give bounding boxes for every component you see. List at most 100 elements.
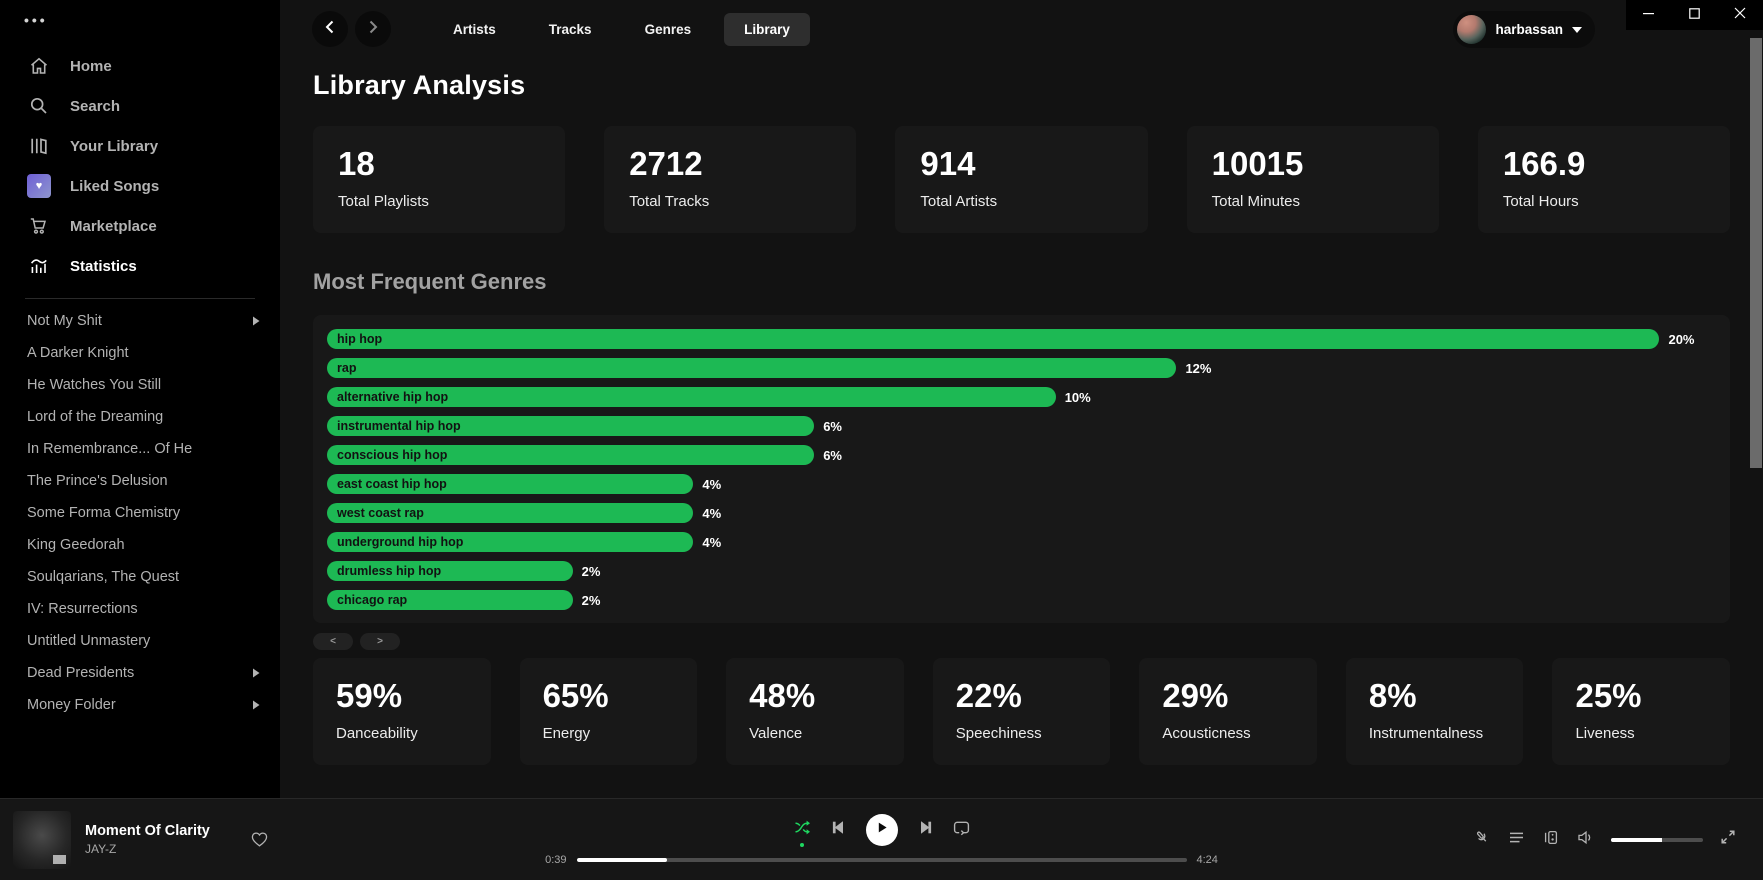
repeat-button[interactable] <box>953 819 970 841</box>
forward-button[interactable] <box>355 11 391 47</box>
genre-bar-row: conscious hip hop6% <box>327 445 1715 465</box>
maximize-icon <box>1689 6 1700 24</box>
genre-bar-value: 20% <box>1668 332 1694 347</box>
genre-bar-row: instrumental hip hop6% <box>327 416 1715 436</box>
tab-genres[interactable]: Genres <box>625 13 712 46</box>
sidebar: ••• HomeSearch Your Library ♥Liked SongsMa… <box>0 0 280 798</box>
track-title[interactable]: Moment Of Clarity <box>85 823 210 839</box>
sidebar-playlist-dead-presidents[interactable]: Dead Presidents <box>0 657 280 689</box>
next-button[interactable] <box>918 820 933 840</box>
genre-bar-label: instrumental hip hop <box>327 419 461 433</box>
track-info: Moment Of Clarity JAY-Z <box>85 823 210 856</box>
sidebar-playlist-money-folder[interactable]: Money Folder <box>0 689 280 721</box>
more-options-icon[interactable]: ••• <box>0 10 280 46</box>
sidebar-item-search[interactable]: Search <box>0 86 280 126</box>
back-button[interactable] <box>312 11 348 47</box>
feature-card-danceability: 59%Danceability <box>313 658 491 765</box>
audio-features-row: 59%Danceability65%Energy48%Valence22%Spe… <box>313 658 1730 765</box>
library-stats-row: 18Total Playlists2712Total Tracks914Tota… <box>313 126 1730 233</box>
shuffle-button[interactable] <box>794 819 811 841</box>
play-button[interactable] <box>866 814 898 846</box>
sidebar-playlist-untitled-unmastery[interactable]: Untitled Unmastery <box>0 625 280 657</box>
album-art[interactable] <box>13 811 71 869</box>
sidebar-item-home[interactable]: Home <box>0 46 280 86</box>
stat-card-total-artists: 914Total Artists <box>895 126 1147 233</box>
pager-next-button[interactable]: > <box>360 633 400 650</box>
cart-icon <box>27 214 51 238</box>
volume-button[interactable] <box>1577 829 1594 851</box>
player-right <box>1303 829 1763 851</box>
feature-card-instrumentalness: 8%Instrumentalness <box>1346 658 1524 765</box>
tab-library[interactable]: Library <box>724 13 810 46</box>
avatar <box>1457 15 1486 44</box>
sidebar-playlist-iv-resurrections[interactable]: IV: Resurrections <box>0 593 280 625</box>
sidebar-playlist-soulqarians-the-quest[interactable]: Soulqarians, The Quest <box>0 561 280 593</box>
feature-label: Acousticness <box>1162 725 1317 742</box>
user-menu[interactable]: harbassan <box>1453 11 1595 48</box>
genre-bar: underground hip hop <box>327 532 693 552</box>
scrollbar-thumb[interactable] <box>1750 38 1762 468</box>
heart-outline-icon[interactable] <box>250 830 269 849</box>
tab-artists[interactable]: Artists <box>433 13 516 46</box>
chevron-right-icon <box>364 18 382 41</box>
queue-button[interactable] <box>1508 829 1525 851</box>
feature-label: Liveness <box>1575 725 1730 742</box>
tab-tracks[interactable]: Tracks <box>529 13 612 46</box>
genre-bar-value: 2% <box>582 593 601 608</box>
sidebar-playlist-the-prince-s-delusion[interactable]: The Prince's Delusion <box>0 465 280 497</box>
pager-prev-button[interactable]: < <box>313 633 353 650</box>
previous-icon <box>831 820 846 840</box>
submenu-arrow-icon <box>252 668 260 678</box>
playlist-label: The Prince's Delusion <box>27 473 260 489</box>
sidebar-playlist-in-remembrance-of-he[interactable]: In Remembrance... Of He <box>0 433 280 465</box>
sidebar-playlist-lord-of-the-dreaming[interactable]: Lord of the Dreaming <box>0 401 280 433</box>
progress-row: 0:39 4:24 <box>539 854 1225 866</box>
close-button[interactable] <box>1717 0 1763 30</box>
sidebar-playlist-king-geedorah[interactable]: King Geedorah <box>0 529 280 561</box>
submenu-arrow-icon <box>252 316 260 326</box>
sidebar-item-marketplace[interactable]: Marketplace <box>0 206 280 246</box>
sidebar-item-liked-songs[interactable]: ♥Liked Songs <box>0 166 280 206</box>
genre-bar: rap <box>327 358 1176 378</box>
progress-bar[interactable] <box>577 858 1187 862</box>
sidebar-playlist-not-my-shit[interactable]: Not My Shit <box>0 305 280 337</box>
genre-bar-value: 12% <box>1185 361 1211 376</box>
sidebar-playlist-some-forma-chemistry[interactable]: Some Forma Chemistry <box>0 497 280 529</box>
caret-down-icon <box>1572 27 1582 33</box>
genre-bar-value: 4% <box>702 477 721 492</box>
genre-bar-label: rap <box>327 361 356 375</box>
playback-controls <box>794 813 970 847</box>
playlist-label: Soulqarians, The Quest <box>27 569 260 585</box>
sidebar-item-your-library[interactable]: Your Library <box>0 126 280 166</box>
playlist-label: King Geedorah <box>27 537 260 553</box>
sidebar-item-label: Your Library <box>70 138 158 155</box>
playlist-label: He Watches You Still <box>27 377 260 393</box>
feature-label: Speechiness <box>956 725 1111 742</box>
sidebar-item-statistics[interactable]: Statistics <box>0 246 280 286</box>
sidebar-playlist-he-watches-you-still[interactable]: He Watches You Still <box>0 369 280 401</box>
lyrics-button[interactable] <box>1474 829 1491 851</box>
playlist-label: Not My Shit <box>27 313 252 329</box>
maximize-button[interactable] <box>1672 0 1718 30</box>
fullscreen-button[interactable] <box>1720 829 1736 850</box>
library-analysis-content: Library Analysis 18Total Playlists2712To… <box>280 70 1763 765</box>
genre-bar: drumless hip hop <box>327 561 573 581</box>
genre-bar-value: 2% <box>582 564 601 579</box>
sidebar-playlist-a-darker-knight[interactable]: A Darker Knight <box>0 337 280 369</box>
stats-icon <box>27 254 51 278</box>
genre-bar-row: alternative hip hop10% <box>327 387 1715 407</box>
connect-device-button[interactable] <box>1542 829 1560 851</box>
stat-label: Total Artists <box>920 193 1147 210</box>
track-artist[interactable]: JAY-Z <box>85 842 210 856</box>
sidebar-divider <box>25 298 255 299</box>
volume-slider[interactable] <box>1611 838 1703 842</box>
playlist-label: Lord of the Dreaming <box>27 409 260 425</box>
stat-card-total-minutes: 10015Total Minutes <box>1187 126 1439 233</box>
microphone-icon <box>1474 829 1491 851</box>
minimize-button[interactable] <box>1626 0 1672 30</box>
stat-label: Total Minutes <box>1212 193 1439 210</box>
genre-bar: chicago rap <box>327 590 573 610</box>
chart-pager: < > <box>313 633 1730 650</box>
feature-value: 25% <box>1575 678 1730 714</box>
previous-button[interactable] <box>831 820 846 840</box>
